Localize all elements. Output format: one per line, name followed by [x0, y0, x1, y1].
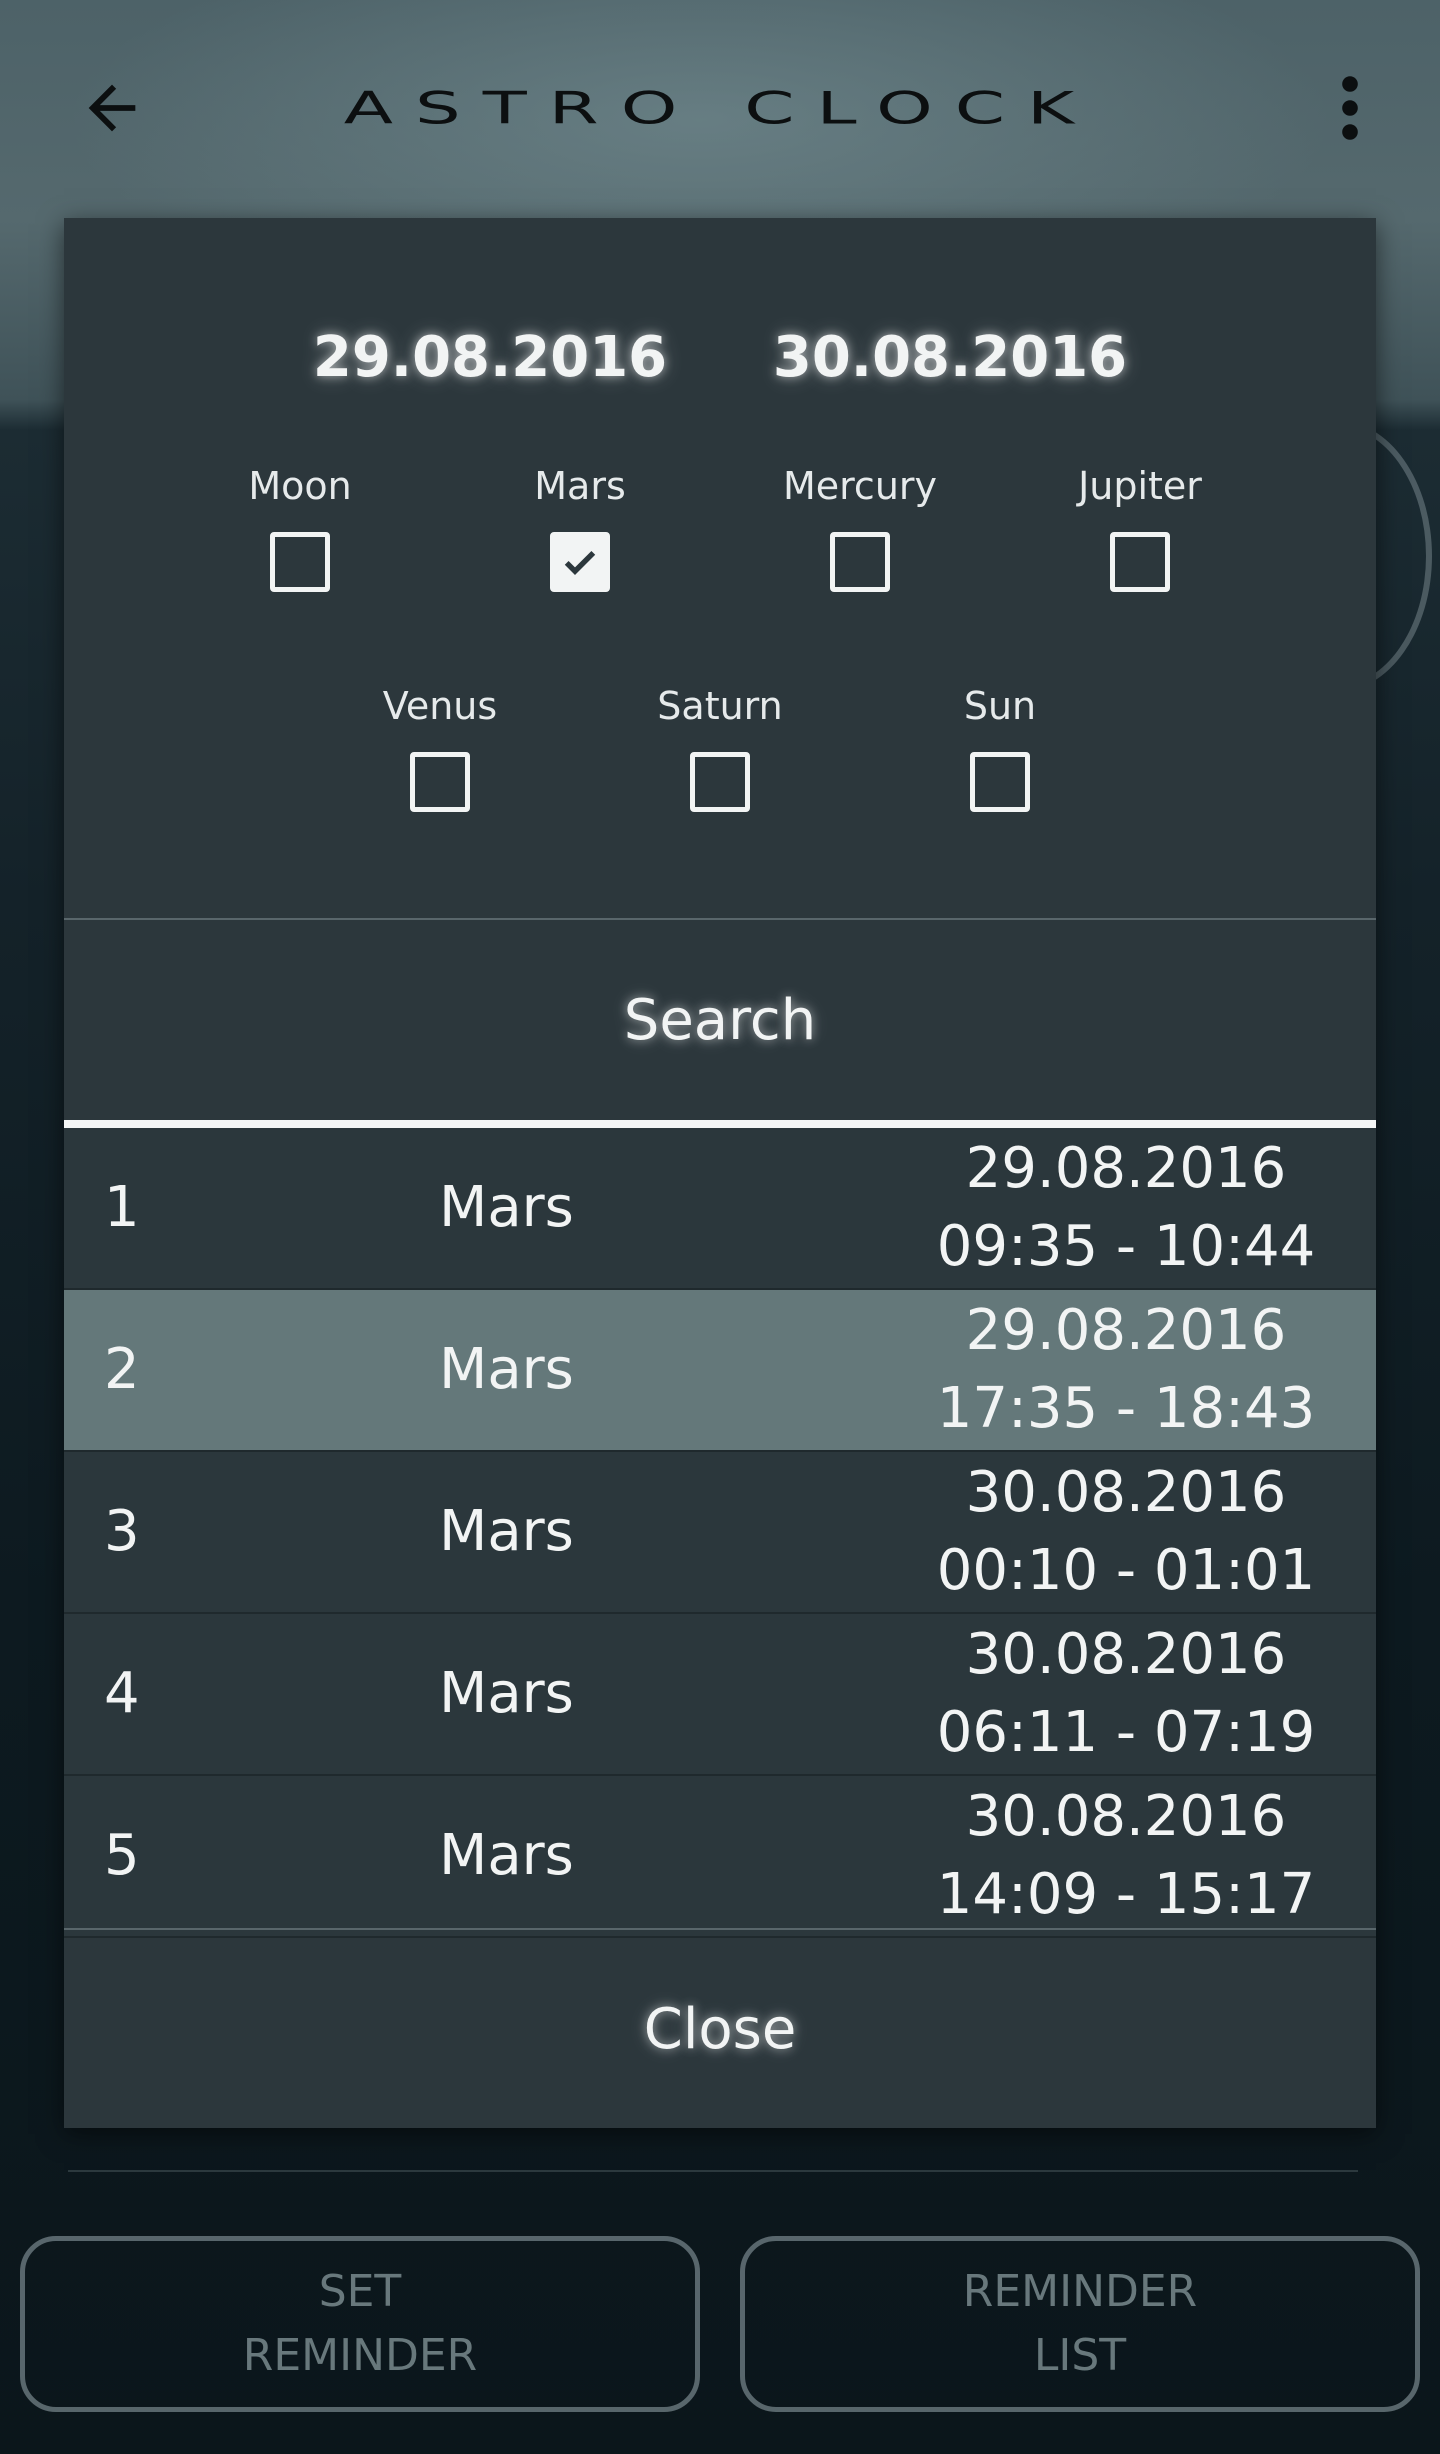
jupiter-checkbox[interactable]	[1110, 532, 1170, 592]
moon-checkbox[interactable]	[270, 532, 330, 592]
date-to[interactable]: 30.08.2016	[720, 298, 1180, 418]
results-divider	[64, 1120, 1376, 1128]
app-title: ASTRO CLOCK	[343, 81, 1097, 135]
row-datetime: 30.08.2016 14:09 - 15:17	[916, 1778, 1336, 1934]
row-planet: Mars	[439, 1175, 574, 1240]
app-bar: ASTRO CLOCK	[0, 0, 1440, 216]
mercury-checkbox[interactable]	[830, 532, 890, 592]
search-button[interactable]: Search	[64, 920, 1376, 1120]
planet-search-dialog: 29.08.2016 30.08.2016 Moon Mars Mercury …	[64, 218, 1376, 2128]
row-date: 30.08.2016	[965, 1622, 1287, 1687]
planet-label: Mercury	[782, 464, 938, 508]
date-from[interactable]: 29.08.2016	[260, 298, 720, 418]
date-range: 29.08.2016 30.08.2016	[64, 298, 1376, 418]
planet-option-moon[interactable]: Moon	[180, 458, 420, 628]
row-number: 1	[104, 1175, 140, 1240]
result-row[interactable]: 1 Mars 29.08.2016 09:35 - 10:44	[64, 1128, 1376, 1290]
arrow-left-icon	[88, 84, 136, 132]
result-row[interactable]: 3 Mars 30.08.2016 00:10 - 01:01	[64, 1452, 1376, 1614]
row-time-range: 09:35 - 10:44	[936, 1214, 1316, 1279]
row-planet: Mars	[439, 1337, 574, 1402]
results-list[interactable]: 1 Mars 29.08.2016 09:35 - 10:44 2 Mars 2…	[64, 1128, 1376, 1948]
planet-label: Moon	[248, 464, 352, 508]
result-row[interactable]: 2 Mars 29.08.2016 17:35 - 18:43	[64, 1290, 1376, 1452]
planet-label: Mars	[534, 464, 626, 508]
row-number: 4	[104, 1661, 140, 1726]
more-vertical-icon	[1342, 76, 1358, 140]
row-planet: Mars	[439, 1661, 574, 1726]
planet-option-venus[interactable]: Venus	[320, 678, 560, 848]
overflow-menu-button[interactable]	[1320, 66, 1380, 150]
sun-checkbox[interactable]	[970, 752, 1030, 812]
background-divider	[68, 2170, 1358, 2172]
result-row[interactable]: 5 Mars 30.08.2016 14:09 - 15:17	[64, 1776, 1376, 1938]
row-time-range: 14:09 - 15:17	[936, 1862, 1316, 1927]
row-time-range: 00:10 - 01:01	[936, 1538, 1316, 1603]
planet-label: Saturn	[657, 684, 783, 728]
planet-label: Jupiter	[1078, 464, 1202, 508]
check-icon	[564, 550, 596, 575]
planet-option-sun[interactable]: Sun	[880, 678, 1120, 848]
planet-label: Venus	[382, 684, 498, 728]
close-button[interactable]: Close	[64, 1930, 1376, 2128]
row-date: 29.08.2016	[965, 1298, 1287, 1363]
venus-checkbox[interactable]	[410, 752, 470, 812]
row-datetime: 29.08.2016 17:35 - 18:43	[916, 1292, 1336, 1448]
planet-option-mercury[interactable]: Mercury	[740, 458, 980, 628]
row-date: 30.08.2016	[965, 1460, 1287, 1525]
planet-option-mars[interactable]: Mars	[460, 458, 700, 628]
row-number: 2	[104, 1337, 140, 1402]
mars-checkbox[interactable]	[550, 532, 610, 592]
row-date: 30.08.2016	[965, 1784, 1287, 1849]
row-date: 29.08.2016	[965, 1136, 1287, 1201]
planet-label: Sun	[963, 684, 1037, 728]
row-datetime: 30.08.2016 06:11 - 07:19	[916, 1616, 1336, 1772]
row-number: 3	[104, 1499, 140, 1564]
reminder-list-button[interactable]: REMINDER LIST	[740, 2236, 1420, 2412]
planet-option-saturn[interactable]: Saturn	[600, 678, 840, 848]
saturn-checkbox[interactable]	[690, 752, 750, 812]
row-datetime: 29.08.2016 09:35 - 10:44	[916, 1130, 1336, 1286]
back-button[interactable]	[70, 66, 154, 150]
row-number: 5	[104, 1823, 140, 1888]
set-reminder-button[interactable]: SET REMINDER	[20, 2236, 700, 2412]
planet-option-jupiter[interactable]: Jupiter	[1020, 458, 1260, 628]
row-time-range: 17:35 - 18:43	[936, 1376, 1316, 1441]
row-datetime: 30.08.2016 00:10 - 01:01	[916, 1454, 1336, 1610]
row-planet: Mars	[439, 1823, 574, 1888]
row-planet: Mars	[439, 1499, 574, 1564]
result-row[interactable]: 4 Mars 30.08.2016 06:11 - 07:19	[64, 1614, 1376, 1776]
row-time-range: 06:11 - 07:19	[936, 1700, 1316, 1765]
